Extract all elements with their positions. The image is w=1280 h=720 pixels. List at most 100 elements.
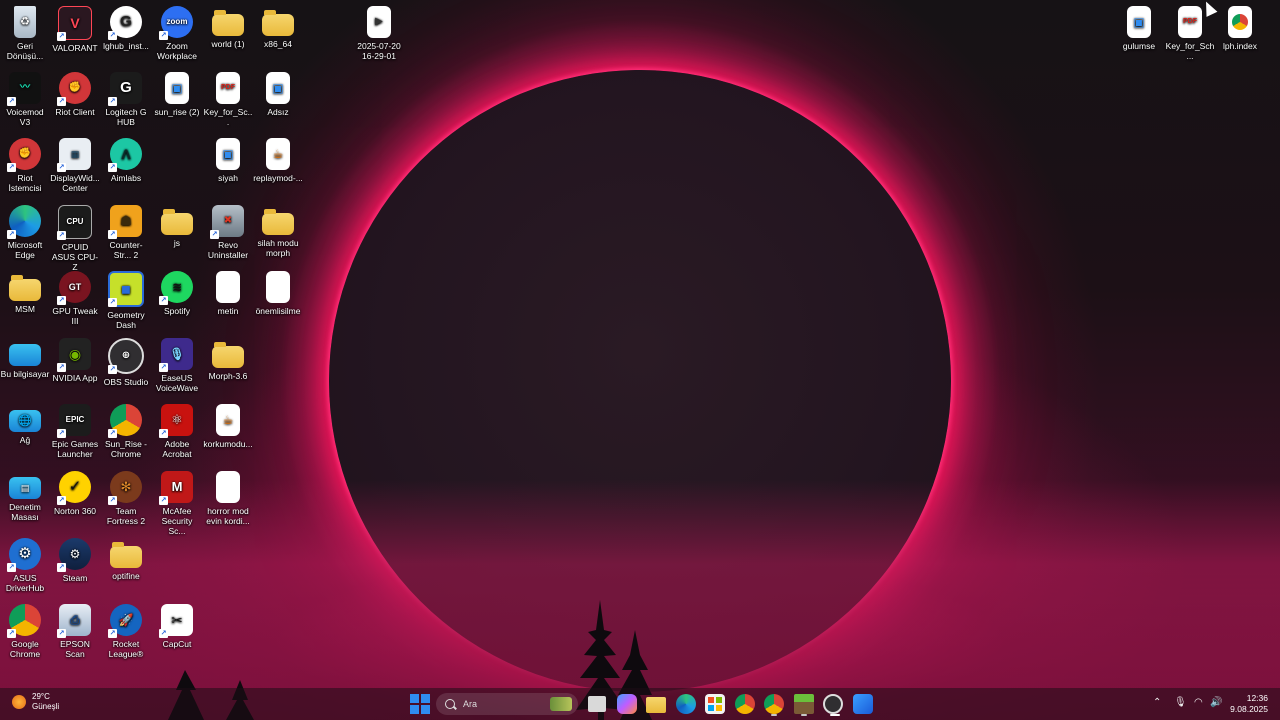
desktop-icon-lghub-installer[interactable]: G lghub_inst... (101, 6, 151, 51)
desktop-icon-horror-mod[interactable]: horror mod evin kordi... (203, 471, 253, 526)
icon-label: Microsoft Edge (7, 240, 43, 260)
desktop-icon-gpu-tweak[interactable]: GT GPU Tweak III (50, 271, 100, 326)
start-button[interactable] (410, 694, 430, 714)
desktop-icon-gulumse[interactable]: ▣ gulumse (1114, 6, 1164, 51)
icon-label: önemlisilme (255, 306, 301, 316)
desktop-icon-x86-folder[interactable]: x86_64 (253, 6, 303, 49)
desktop-icon-replaymod[interactable]: ☕ replaymod-... (253, 138, 303, 183)
desktop-icon-js-folder[interactable]: js (152, 205, 202, 248)
scanner-icon: ⎙ (57, 604, 91, 638)
desktop-icon-voicemod[interactable]: 〰 Voicemod V3 (0, 72, 50, 127)
desktop-icon-displaywidget[interactable]: ▦ DisplayWid... Center (50, 138, 100, 193)
desktop-icon-norton[interactable]: ✓ Norton 360 (50, 471, 100, 516)
desktop-icon-edge[interactable]: Microsoft Edge (0, 205, 50, 260)
desktop-icon-epic[interactable]: EPIC Epic Games Launcher (50, 404, 100, 459)
desktop-icon-spotify[interactable]: ≋ Spotify (152, 271, 202, 316)
clock-time: 12:36 (1246, 693, 1268, 703)
desktop-icon-capcut[interactable]: ✂ CapCut (152, 604, 202, 649)
desktop-icon-riot-istemcisi[interactable]: ✊ Riot İstemcisi (0, 138, 50, 193)
icon-label: Revo Uninstaller (207, 240, 249, 260)
desktop-icon-revo[interactable]: ✖ Revo Uninstaller (203, 205, 253, 260)
desktop-icon-geometry-dash[interactable]: ◼ Geometry Dash (101, 271, 151, 330)
desktop-icon-onemlisilme[interactable]: önemlisilme (253, 271, 303, 316)
desktop-icon-cpuz[interactable]: CPU CPUID ASUS CPU-Z (50, 205, 100, 272)
desktop-icon-obs[interactable]: ⊕ OBS Studio (101, 338, 151, 387)
icon-label: gulumse (1122, 41, 1156, 51)
desktop-icon-recording[interactable]: ▶ 2025-07-20 16-29-01 (354, 6, 404, 61)
desktop-icon-morph-folder[interactable]: Morph-3.6 (203, 338, 253, 381)
copilot-icon[interactable] (617, 694, 637, 714)
desktop-icon-siyah[interactable]: ▣ siyah (203, 138, 253, 183)
taskbar-search[interactable]: Ara (436, 693, 578, 715)
easeus-icon: 🎙 (159, 338, 193, 372)
folder-icon (110, 542, 142, 568)
desktop-icon-recycle-bin[interactable]: ♻ Geri Dönüşü... (0, 6, 50, 61)
desktop-icon-lph-index[interactable]: lph.index (1215, 6, 1265, 51)
desktop-icon-riot-client[interactable]: ✊ Riot Client (50, 72, 100, 117)
desktop-icon-sunrise-chrome[interactable]: Sun_Rise - Chrome (101, 404, 151, 459)
chrome-icon (7, 604, 41, 638)
desktop-icon-aimlabs[interactable]: Λ Aimlabs (101, 138, 151, 183)
icon-label: Voicemod V3 (6, 107, 44, 127)
icon-label: McAfee Security Sc... (161, 506, 193, 536)
microphone-icon[interactable]: 🎙 (1174, 697, 1187, 708)
desktop-icon-key-pdf[interactable]: PDF Key_for_Sc... (203, 72, 253, 127)
store-icon[interactable] (705, 694, 725, 714)
wifi-icon[interactable]: ◠ (1194, 697, 1203, 708)
desktop-icon-mcafee[interactable]: M McAfee Security Sc... (152, 471, 202, 536)
chrome-icon (108, 404, 142, 438)
weather-desc: Güneşli (32, 702, 60, 711)
desktop-icon-easeus[interactable]: 🎙 EaseUS VoiceWave (152, 338, 202, 393)
desktop-icon-nvidia[interactable]: ◉ NVIDIA App (50, 338, 100, 383)
desktop-icon-msm-folder[interactable]: MSM (0, 271, 50, 314)
icon-label: ASUS DriverHub (5, 573, 45, 593)
desktop-icon-network[interactable]: 🌐 Ağ (0, 404, 50, 445)
desktop-icon-optifine-folder[interactable]: optifine (101, 538, 151, 581)
desktop-icon-world-folder[interactable]: world (1) (203, 6, 253, 49)
minecraft-icon[interactable] (794, 694, 814, 714)
desktop-icon-acrobat[interactable]: ⚛ Adobe Acrobat (152, 404, 202, 459)
desktop-icon-this-pc[interactable]: Bu bilgisayar (0, 338, 50, 379)
speaker-icon[interactable]: 🔊 (1210, 697, 1222, 708)
riot-icon: ✊ (57, 72, 91, 106)
chrome-profile-taskbar-icon[interactable] (764, 694, 784, 714)
icon-label: Riot Client (55, 107, 95, 117)
desktop-icon-valorant[interactable]: V VALORANT (50, 6, 100, 53)
desktop-icon-epson-scan[interactable]: ⎙ EPSON Scan (50, 604, 100, 659)
task-view-button[interactable] (588, 696, 606, 712)
taskbar-clock[interactable]: 12:36 9.08.2025 (1228, 693, 1268, 715)
icon-label: lph.index (1222, 41, 1258, 51)
desktop-icon-control-panel[interactable]: ▤ Denetim Masası (0, 471, 50, 522)
desktop-icon-rocket-league[interactable]: 🚀 Rocket League® (101, 604, 151, 659)
weather-temp: 29°C (32, 692, 50, 701)
photos-icon[interactable] (853, 694, 873, 714)
video-file-icon: ▶ (367, 6, 391, 38)
tray-overflow-chevron-icon[interactable]: ⌃ (1153, 697, 1161, 708)
desktop-icon-steam[interactable]: ⚙ Steam (50, 538, 100, 583)
desktop-icon-logitech-ghub[interactable]: G Logitech G HUB (101, 72, 151, 127)
desktop-icon-adsiz[interactable]: ▣ Adsız (253, 72, 303, 117)
obs-taskbar-icon[interactable] (823, 694, 843, 714)
desktop-icon-counter-strike[interactable]: ☗ Counter-Str... 2 (101, 205, 151, 260)
acrobat-icon: ⚛ (159, 404, 193, 438)
desktop-icon-metin[interactable]: metin (203, 271, 253, 316)
desktop-icon-tf2[interactable]: ✻ Team Fortress 2 (101, 471, 151, 526)
edge-taskbar-icon[interactable] (676, 694, 696, 714)
desktop-icon-zoom[interactable]: zoom Zoom Workplace (152, 6, 202, 61)
icon-label: NVIDIA App (52, 373, 98, 383)
windows-logo-icon (410, 694, 419, 703)
icon-label: Team Fortress 2 (106, 506, 146, 526)
desktop-icon-korkumodu[interactable]: ☕ korkumodu... (203, 404, 253, 449)
clock-date: 9.08.2025 (1230, 704, 1268, 714)
desktop-icon-google-chrome[interactable]: Google Chrome (0, 604, 50, 659)
folder-icon (161, 209, 193, 235)
pdf-icon: PDF (1178, 6, 1202, 38)
aimlabs-icon: Λ (108, 138, 142, 172)
file-explorer-icon[interactable] (646, 697, 666, 713)
desktop-icon-asus-driverhub[interactable]: ⚙ ASUS DriverHub (0, 538, 50, 593)
weather-widget[interactable]: 29°C Güneşli (12, 692, 59, 712)
desktop-icon-silah-folder[interactable]: silah modu morph (253, 205, 303, 258)
desktop-icon-sun-rise[interactable]: ▣ sun_rise (2) (152, 72, 202, 117)
store-square (716, 705, 722, 711)
chrome-taskbar-icon[interactable] (735, 694, 755, 714)
